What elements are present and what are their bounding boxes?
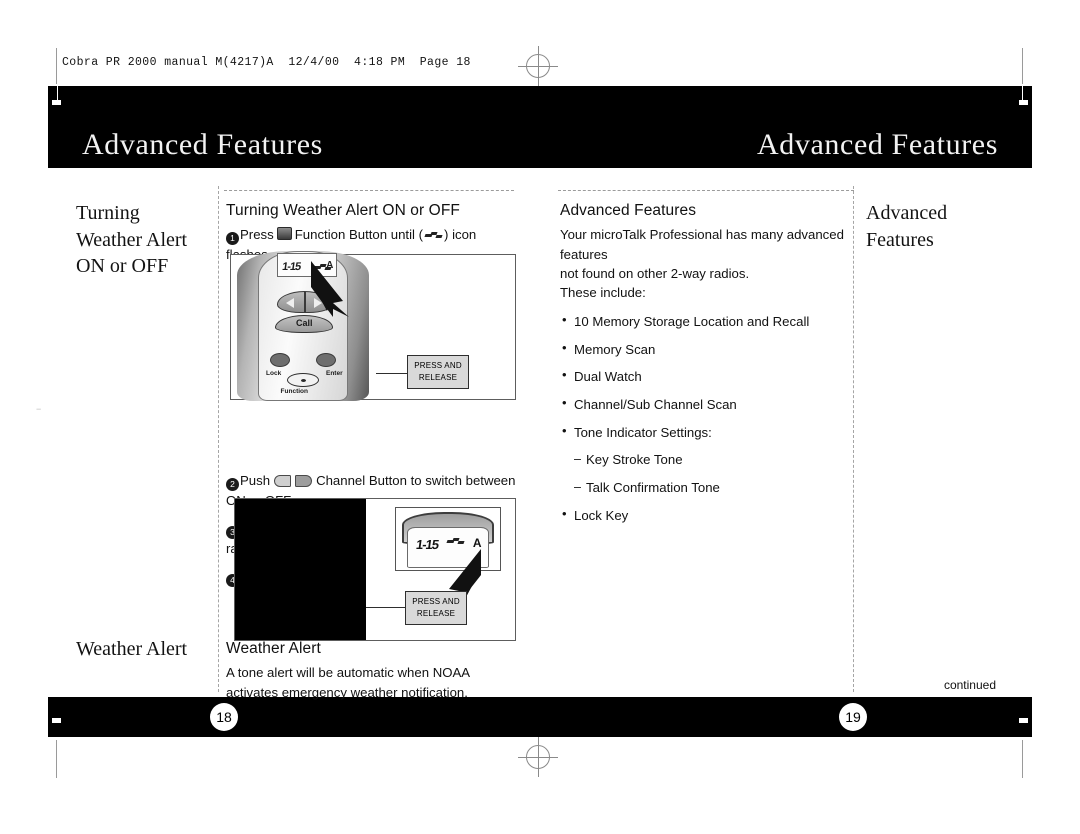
list-item-sub: Talk Confirmation Tone [560,478,852,497]
lock-button [270,353,290,367]
trim-mark-top-right [1022,48,1023,84]
page-number-right: 19 [839,703,867,731]
column-divider-left [218,186,219,692]
feature-list: 10 Memory Storage Location and Recall Me… [560,311,852,525]
channel-button-icon [274,474,313,487]
weather-alert-block: Weather Alert A tone alert will be autom… [226,638,516,702]
function-button [287,373,320,387]
callout-1-line-2: RELEASE [418,373,458,382]
footer-bar [48,697,1032,737]
crop-notch-bottom-right [1019,718,1028,723]
step-1-text-middle: Function Button until ( [294,227,424,243]
trim-mark-bottom-right [1022,740,1023,778]
callout-2-line-1: PRESS AND [412,597,460,606]
column-rule-top-right [558,190,854,191]
page-title-left: Advanced Features [82,128,323,161]
step-2-number: 2 [226,477,239,491]
trim-mark-bottom-left [56,740,57,778]
function-label: Function [280,388,308,395]
lock-label: Lock [266,370,282,377]
crop-mark-tl-v [57,86,58,100]
registration-target-bottom [518,737,558,777]
list-item-sub: Key Stroke Tone [560,450,852,469]
crop-notch-top-left [52,100,61,105]
pointer-arrow-lcd [311,261,349,317]
right-section-title: Advanced Features [560,202,697,219]
enter-button [316,353,336,367]
step-2-text-before: Push [240,472,271,488]
step-1-text-before: Press [240,227,274,243]
callout-1-line-1: PRESS AND [414,361,462,370]
left-column: Turning Weather Alert ON or OFF 1 Press Fu… [226,200,516,641]
callout-leader-line-2 [366,607,410,608]
weather-alert-icon [424,231,443,240]
lcd-channel-digits: 1-15 [280,261,301,273]
weather-alert-body: A tone alert will be automatic when NOAA… [226,665,470,700]
figure-2-black-panel [235,499,366,640]
column-divider-right [853,186,854,692]
list-item: Tone Indicator Settings: [560,422,852,442]
page-title-right: Advanced Features [757,128,998,161]
intro-line-1: Your microTalk Professional has many adv… [560,227,844,262]
right-column: Advanced Features Your microTalk Profess… [560,200,852,533]
weather-alert-title: Weather Alert [226,640,321,657]
figure-radio-front: 1-15 A Call Lock Enter Function PRESS AN… [230,251,516,401]
press-and-release-callout-1: PRESS AND RELEASE [407,355,469,389]
slug-line: Cobra PR 2000 manual M(4217)A 12/4/00 4:… [62,56,471,69]
list-item: 10 Memory Storage Location and Recall [560,311,852,331]
continued-label: continued [943,678,996,692]
callout-2-line-2: RELEASE [416,609,456,618]
registration-target-top [518,46,558,86]
list-item: Memory Scan [560,339,852,359]
step-1-number: 1 [226,232,239,246]
figure-lcd-detail: 1-15 A PRESS AND RELEASE [234,498,516,641]
page-number-left: 18 [210,703,238,731]
margin-heading-weather-alert: Weather Alert [76,638,188,660]
enter-label: Enter [325,370,343,377]
crop-notch-bottom-left [52,718,61,723]
crop-notch-top-right [1019,100,1028,105]
list-item: Channel/Sub Channel Scan [560,394,852,414]
intro-line-2: not found on other 2-way radios. [560,265,750,281]
list-item: Dual Watch [560,366,852,386]
margin-heading-advanced-features: Advanced Features [866,202,948,251]
trim-tick-left: − [36,404,41,414]
trim-mark-top-left [56,48,57,84]
column-rule-top-left [224,190,514,191]
margin-heading-turning-weather-alert: Turning Weather Alert ON or OFF [76,202,188,278]
intro-line-3: These include: [560,284,646,300]
function-button-icon [276,227,292,241]
left-section-title: Turning Weather Alert ON or OFF [226,202,460,219]
crop-mark-tr-v [1022,86,1023,100]
manual-page-spread: − − Cobra PR 2000 manual M(4217)A 12/4/0… [0,0,1080,834]
press-and-release-callout-2: PRESS AND RELEASE [405,591,467,625]
list-item: Lock Key [560,505,852,525]
